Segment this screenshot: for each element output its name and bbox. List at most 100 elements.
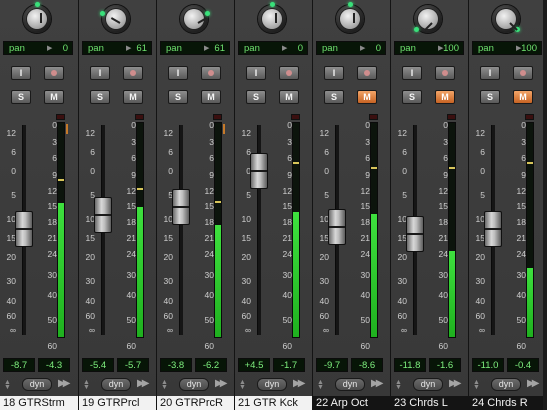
volume-fader[interactable] xyxy=(328,209,346,246)
peak-readout[interactable]: -4.3 xyxy=(38,358,70,372)
pan-display[interactable]: pan ▶ 0 xyxy=(3,41,73,55)
record-arm-button[interactable] xyxy=(435,66,455,80)
up-down-arrows-icon[interactable]: ▲ ▼ xyxy=(161,379,168,391)
forward-icon[interactable]: ▶▶ xyxy=(58,378,71,389)
input-monitor-button[interactable]: I xyxy=(402,66,422,80)
volume-readout[interactable]: -8.7 xyxy=(3,358,35,372)
pan-display[interactable]: pan ▶ 61 xyxy=(82,41,152,55)
input-monitor-button[interactable]: I xyxy=(480,66,500,80)
mute-button[interactable]: M xyxy=(357,90,377,104)
channel-name[interactable]: 24 Chrds R xyxy=(469,396,543,410)
input-monitor-button[interactable]: I xyxy=(11,66,31,80)
record-arm-button[interactable] xyxy=(357,66,377,80)
clip-indicator[interactable] xyxy=(291,114,300,120)
fader-track[interactable] xyxy=(179,125,183,335)
channel-name[interactable]: 18 GTRStrm xyxy=(0,396,78,410)
pan-display[interactable]: pan ▶ 100 xyxy=(394,41,464,55)
solo-button[interactable]: S xyxy=(324,90,344,104)
channel-name[interactable]: 21 GTR Kck xyxy=(235,396,312,410)
forward-icon[interactable]: ▶▶ xyxy=(215,378,228,389)
input-monitor-button[interactable]: I xyxy=(90,66,110,80)
clip-indicator[interactable] xyxy=(135,114,144,120)
solo-button[interactable]: S xyxy=(90,90,110,104)
peak-readout[interactable]: -1.7 xyxy=(273,358,305,372)
up-down-arrows-icon[interactable]: ▲ ▼ xyxy=(4,379,11,391)
peak-readout[interactable]: -6.2 xyxy=(195,358,227,372)
dyn-button[interactable]: dyn xyxy=(335,378,365,391)
forward-icon[interactable]: ▶▶ xyxy=(293,378,306,389)
forward-icon[interactable]: ▶▶ xyxy=(449,378,462,389)
dyn-button[interactable]: dyn xyxy=(179,378,209,391)
clip-indicator[interactable] xyxy=(525,114,534,120)
pan-display[interactable]: pan ▶ 100 xyxy=(472,41,542,55)
volume-fader[interactable] xyxy=(15,211,33,247)
channel-name[interactable]: 22 Arp Oct xyxy=(313,396,390,410)
peak-readout[interactable]: -8.6 xyxy=(351,358,383,372)
volume-readout[interactable]: +4.5 xyxy=(238,358,270,372)
volume-readout[interactable]: -5.4 xyxy=(82,358,114,372)
volume-readout[interactable]: -11.0 xyxy=(472,358,504,372)
pan-knob[interactable] xyxy=(180,5,210,33)
record-arm-button[interactable] xyxy=(44,66,64,80)
forward-icon[interactable]: ▶▶ xyxy=(527,378,540,389)
forward-icon[interactable]: ▶▶ xyxy=(137,378,150,389)
dyn-button[interactable]: dyn xyxy=(491,378,521,391)
pan-knob[interactable] xyxy=(258,2,286,33)
volume-readout[interactable]: -3.8 xyxy=(160,358,192,372)
volume-fader[interactable] xyxy=(250,153,268,190)
volume-fader[interactable] xyxy=(406,216,424,253)
mute-button[interactable]: M xyxy=(44,90,64,104)
clip-indicator[interactable] xyxy=(447,114,456,120)
dyn-button[interactable]: dyn xyxy=(101,378,131,391)
peak-readout[interactable]: -1.6 xyxy=(429,358,461,372)
solo-button[interactable]: S xyxy=(402,90,422,104)
pan-knob[interactable] xyxy=(23,2,51,33)
dyn-button[interactable]: dyn xyxy=(22,378,52,391)
up-down-arrows-icon[interactable]: ▲ ▼ xyxy=(317,379,324,391)
record-arm-button[interactable] xyxy=(201,66,221,80)
dyn-button[interactable]: dyn xyxy=(413,378,443,391)
record-arm-button[interactable] xyxy=(279,66,299,80)
channel-name[interactable]: 19 GTRPrcl xyxy=(79,396,156,410)
mute-button[interactable]: M xyxy=(513,90,533,104)
solo-button[interactable]: S xyxy=(246,90,266,104)
up-down-arrows-icon[interactable]: ▲ ▼ xyxy=(239,379,246,391)
dyn-button[interactable]: dyn xyxy=(257,378,287,391)
record-arm-button[interactable] xyxy=(513,66,533,80)
volume-readout[interactable]: -11.8 xyxy=(394,358,426,372)
input-monitor-button[interactable]: I xyxy=(168,66,188,80)
input-monitor-button[interactable]: I xyxy=(246,66,266,80)
solo-button[interactable]: S xyxy=(168,90,188,104)
up-down-arrows-icon[interactable]: ▲ ▼ xyxy=(473,379,480,391)
pan-display[interactable]: pan ▶ 0 xyxy=(238,41,308,55)
up-down-arrows-icon[interactable]: ▲ ▼ xyxy=(83,379,90,391)
volume-fader[interactable] xyxy=(484,211,502,247)
record-arm-button[interactable] xyxy=(123,66,143,80)
peak-readout[interactable]: -0.4 xyxy=(507,358,539,372)
channel-name[interactable]: 23 Chrds L xyxy=(391,396,468,410)
volume-fader[interactable] xyxy=(172,189,190,226)
mute-button[interactable]: M xyxy=(435,90,455,104)
mute-button[interactable]: M xyxy=(279,90,299,104)
mute-button[interactable]: M xyxy=(123,90,143,104)
pan-display[interactable]: pan ▶ 61 xyxy=(160,41,230,55)
pan-knob[interactable] xyxy=(492,5,520,33)
clip-indicator[interactable] xyxy=(369,114,378,120)
pan-knob[interactable] xyxy=(414,5,442,33)
mute-button[interactable]: M xyxy=(201,90,221,104)
volume-fader[interactable] xyxy=(94,196,112,233)
fader-scale-tick: 40 xyxy=(319,296,329,306)
pan-knob[interactable] xyxy=(336,2,364,33)
solo-button[interactable]: S xyxy=(480,90,500,104)
clip-indicator[interactable] xyxy=(213,114,222,120)
clip-indicator[interactable] xyxy=(56,114,65,120)
input-monitor-button[interactable]: I xyxy=(324,66,344,80)
pan-knob[interactable] xyxy=(100,5,130,33)
peak-readout[interactable]: -5.7 xyxy=(117,358,149,372)
forward-icon[interactable]: ▶▶ xyxy=(371,378,384,389)
pan-display[interactable]: pan ▶ 0 xyxy=(316,41,386,55)
up-down-arrows-icon[interactable]: ▲ ▼ xyxy=(395,379,402,391)
channel-name[interactable]: 20 GTRPrcR xyxy=(157,396,234,410)
volume-readout[interactable]: -9.7 xyxy=(316,358,348,372)
solo-button[interactable]: S xyxy=(11,90,31,104)
